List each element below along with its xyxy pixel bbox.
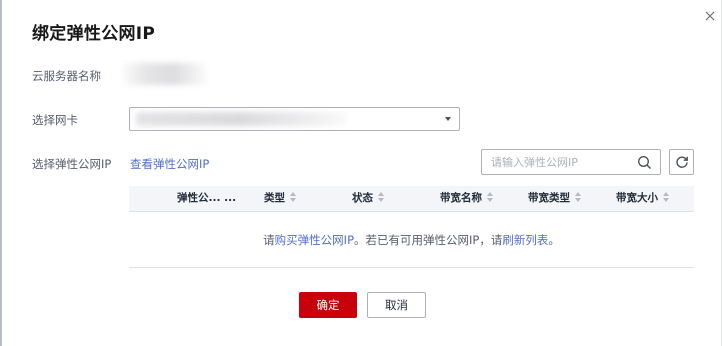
sort-icon xyxy=(575,192,582,203)
sort-icon xyxy=(290,192,297,203)
column-header-type[interactable]: 类型 xyxy=(264,186,297,211)
eip-label: 选择弹性公网IP xyxy=(32,157,112,171)
refresh-icon xyxy=(676,156,688,168)
column-header-status[interactable]: 状态 xyxy=(352,186,385,211)
sort-icon xyxy=(378,192,385,203)
column-header-bandwidth-type[interactable]: 带宽类型 xyxy=(528,186,582,211)
nic-select-value xyxy=(136,112,346,126)
table-empty-row: 请购买弹性公网IP。若已有可用弹性公网IP，请刷新列表。 xyxy=(129,212,694,268)
eip-search-input[interactable] xyxy=(482,150,641,174)
close-icon[interactable] xyxy=(703,9,717,23)
column-header-eip[interactable]: 弹性公... ... xyxy=(177,186,236,211)
refresh-list-link[interactable]: 刷新列表 xyxy=(502,233,548,247)
refresh-button[interactable] xyxy=(669,149,694,175)
caret-down-icon xyxy=(445,117,451,121)
dialog-title: 绑定弹性公网IP xyxy=(32,24,156,44)
view-eip-link[interactable]: 查看弹性公网IP xyxy=(130,156,209,172)
buy-eip-link[interactable]: 购买弹性公网IP xyxy=(275,233,354,247)
table-header: 弹性公... ... 类型 状态 带宽名称 带宽类型 带宽大小 xyxy=(129,186,694,212)
column-header-bandwidth-size[interactable]: 带宽大小 xyxy=(616,186,670,211)
nic-select[interactable] xyxy=(129,107,460,131)
column-header-bandwidth-name[interactable]: 带宽名称 xyxy=(440,186,494,211)
empty-message: 请购买弹性公网IP。若已有可用弹性公网IP，请刷新列表。 xyxy=(263,233,560,247)
server-name-value xyxy=(123,63,207,85)
search-icon[interactable] xyxy=(637,155,652,170)
sort-icon xyxy=(663,192,670,203)
eip-table: 弹性公... ... 类型 状态 带宽名称 带宽类型 带宽大小 请购买弹性公网I… xyxy=(129,186,694,268)
eip-search-box xyxy=(481,149,661,175)
sort-icon xyxy=(487,192,494,203)
server-name-label: 云服务器名称 xyxy=(32,69,101,83)
nic-label: 选择网卡 xyxy=(32,113,78,127)
confirm-button[interactable]: 确定 xyxy=(299,292,357,318)
dialog-left-edge xyxy=(0,0,2,346)
cancel-button[interactable]: 取消 xyxy=(367,292,426,318)
